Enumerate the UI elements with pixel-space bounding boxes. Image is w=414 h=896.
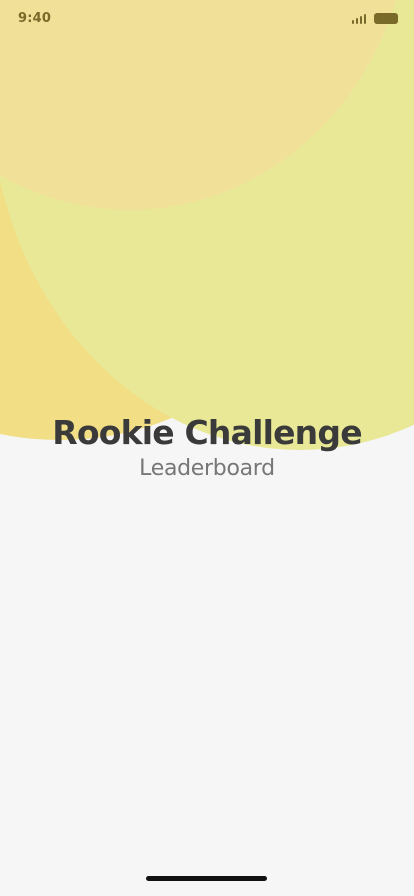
status-time: 9:40	[18, 11, 52, 26]
leaderboard-screen: 9:40 Rookie Challenge Leaderboard	[0, 0, 414, 896]
page-title: Rookie Challenge	[52, 413, 362, 452]
battery-icon	[374, 13, 398, 24]
status-bar: 9:40	[0, 0, 414, 38]
cellular-signal-icon	[352, 12, 368, 24]
title-block: Rookie Challenge Leaderboard	[0, 410, 414, 482]
home-indicator[interactable]	[146, 876, 267, 881]
page-subtitle: Leaderboard	[139, 456, 275, 481]
